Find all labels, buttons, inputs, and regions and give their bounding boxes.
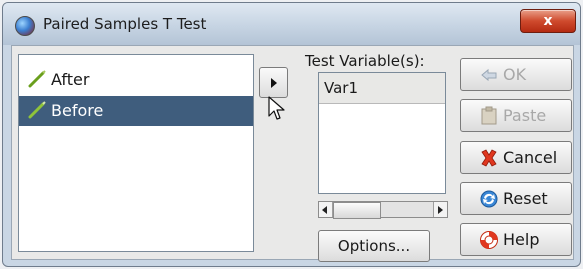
arrow-right-icon (271, 78, 277, 88)
scale-variable-icon (28, 70, 46, 88)
horizontal-scrollbar[interactable] (318, 201, 448, 219)
reset-label: Reset (503, 189, 548, 208)
test-variables-label: Test Variable(s): (305, 52, 425, 70)
help-label: Help (503, 230, 540, 249)
scroll-left-button[interactable] (319, 202, 333, 217)
help-button[interactable]: Help (460, 223, 572, 256)
scroll-right-button[interactable] (433, 202, 447, 217)
title-bar[interactable]: Paired Samples T Test x (3, 3, 580, 45)
chevron-right-icon (438, 206, 443, 214)
source-variable-list[interactable]: After Before (18, 54, 254, 252)
app-icon (15, 16, 35, 36)
cancel-icon (481, 149, 497, 167)
test-variable-item[interactable]: Var1 (319, 73, 445, 104)
reset-icon (480, 190, 498, 208)
variable-label: After (51, 70, 90, 89)
paste-button[interactable]: Paste (460, 99, 572, 132)
scale-variable-icon (28, 101, 46, 119)
chevron-left-icon (322, 206, 327, 214)
variable-item-after[interactable]: After (19, 65, 253, 95)
options-button[interactable]: Options... (318, 230, 430, 262)
cancel-button[interactable]: Cancel (460, 141, 572, 174)
ok-label: OK (503, 65, 527, 84)
mouse-cursor-icon (268, 96, 285, 120)
move-to-test-variables-button[interactable] (259, 67, 288, 98)
variable-item-before[interactable]: Before (19, 96, 253, 126)
ok-icon (481, 68, 497, 82)
help-lifebuoy-icon (480, 231, 498, 249)
close-button[interactable]: x (520, 9, 576, 33)
ok-button[interactable]: OK (460, 58, 572, 91)
cancel-label: Cancel (503, 148, 558, 167)
reset-button[interactable]: Reset (460, 182, 572, 215)
paste-icon (481, 106, 497, 125)
paste-label: Paste (503, 106, 547, 125)
dialog-content: After Before Test Variable(s): Var1 Opti… (11, 45, 574, 262)
dialog-window: Paired Samples T Test x After Before Tes… (2, 2, 581, 267)
window-title: Paired Samples T Test (43, 15, 207, 33)
scrollbar-thumb[interactable] (333, 202, 381, 219)
test-variables-list[interactable]: Var1 (318, 72, 446, 194)
variable-label: Before (51, 101, 104, 120)
